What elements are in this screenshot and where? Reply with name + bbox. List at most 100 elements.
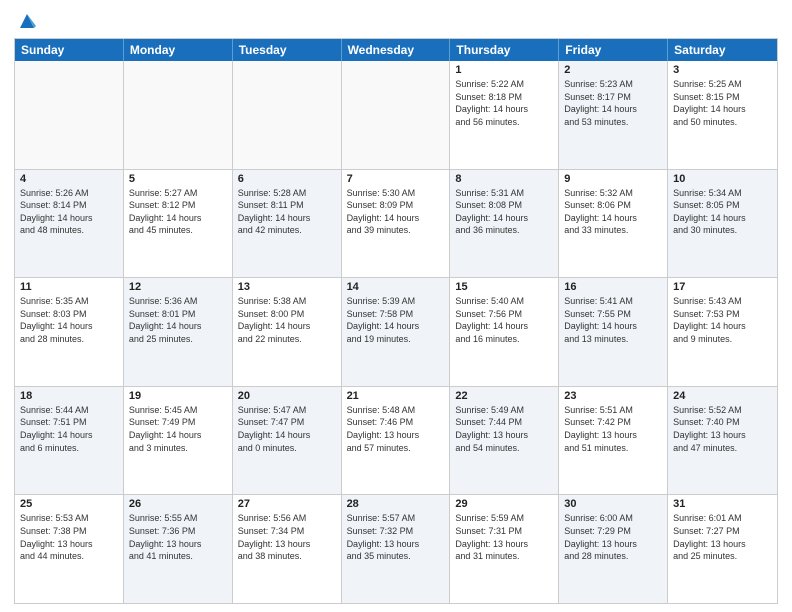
day-number: 23	[564, 390, 662, 402]
cell-info: Sunrise: 5:47 AMSunset: 7:47 PMDaylight:…	[238, 404, 336, 454]
calendar-cell: 1 Sunrise: 5:22 AMSunset: 8:18 PMDaylight…	[450, 61, 559, 169]
day-number: 20	[238, 390, 336, 402]
cell-info: Sunrise: 5:39 AMSunset: 7:58 PMDaylight:…	[347, 295, 445, 345]
header	[14, 10, 778, 32]
cell-info: Sunrise: 5:22 AMSunset: 8:18 PMDaylight:…	[455, 78, 553, 128]
day-number: 9	[564, 173, 662, 185]
day-number: 2	[564, 64, 662, 76]
cell-info: Sunrise: 5:34 AMSunset: 8:05 PMDaylight:…	[673, 187, 772, 237]
calendar-cell: 2 Sunrise: 5:23 AMSunset: 8:17 PMDaylight…	[559, 61, 668, 169]
cell-info: Sunrise: 5:44 AMSunset: 7:51 PMDaylight:…	[20, 404, 118, 454]
day-number: 27	[238, 498, 336, 510]
day-number: 3	[673, 64, 772, 76]
day-number: 31	[673, 498, 772, 510]
day-number: 8	[455, 173, 553, 185]
calendar-header-day: Saturday	[668, 39, 777, 61]
day-number: 26	[129, 498, 227, 510]
day-number: 1	[455, 64, 553, 76]
calendar-header-day: Wednesday	[342, 39, 451, 61]
cell-info: Sunrise: 5:27 AMSunset: 8:12 PMDaylight:…	[129, 187, 227, 237]
day-number: 29	[455, 498, 553, 510]
calendar-cell: 11 Sunrise: 5:35 AMSunset: 8:03 PMDayligh…	[15, 278, 124, 386]
calendar-header-day: Friday	[559, 39, 668, 61]
calendar-cell: 29 Sunrise: 5:59 AMSunset: 7:31 PMDayligh…	[450, 495, 559, 603]
calendar-cell: 20 Sunrise: 5:47 AMSunset: 7:47 PMDayligh…	[233, 387, 342, 495]
day-number: 28	[347, 498, 445, 510]
day-number: 4	[20, 173, 118, 185]
cell-info: Sunrise: 5:57 AMSunset: 7:32 PMDaylight:…	[347, 512, 445, 562]
calendar-header-day: Monday	[124, 39, 233, 61]
calendar-cell	[233, 61, 342, 169]
day-number: 18	[20, 390, 118, 402]
cell-info: Sunrise: 5:35 AMSunset: 8:03 PMDaylight:…	[20, 295, 118, 345]
cell-info: Sunrise: 5:51 AMSunset: 7:42 PMDaylight:…	[564, 404, 662, 454]
cell-info: Sunrise: 5:25 AMSunset: 8:15 PMDaylight:…	[673, 78, 772, 128]
cell-info: Sunrise: 5:45 AMSunset: 7:49 PMDaylight:…	[129, 404, 227, 454]
calendar-body: 1 Sunrise: 5:22 AMSunset: 8:18 PMDaylight…	[15, 61, 777, 603]
calendar-cell: 16 Sunrise: 5:41 AMSunset: 7:55 PMDayligh…	[559, 278, 668, 386]
calendar-row: 11 Sunrise: 5:35 AMSunset: 8:03 PMDayligh…	[15, 277, 777, 386]
day-number: 24	[673, 390, 772, 402]
day-number: 13	[238, 281, 336, 293]
day-number: 19	[129, 390, 227, 402]
day-number: 11	[20, 281, 118, 293]
cell-info: Sunrise: 5:52 AMSunset: 7:40 PMDaylight:…	[673, 404, 772, 454]
cell-info: Sunrise: 5:43 AMSunset: 7:53 PMDaylight:…	[673, 295, 772, 345]
logo-icon	[16, 10, 38, 32]
calendar-cell: 12Sunrise: 5:36 AMSunset: 8:01 PMDayligh…	[124, 278, 233, 386]
cell-info: Sunrise: 5:28 AMSunset: 8:11 PMDaylight:…	[238, 187, 336, 237]
calendar-cell: 6Sunrise: 5:28 AMSunset: 8:11 PMDaylight…	[233, 170, 342, 278]
cell-info: Sunrise: 5:48 AMSunset: 7:46 PMDaylight:…	[347, 404, 445, 454]
calendar-cell: 4 Sunrise: 5:26 AMSunset: 8:14 PMDaylight…	[15, 170, 124, 278]
calendar-cell: 23 Sunrise: 5:51 AMSunset: 7:42 PMDayligh…	[559, 387, 668, 495]
cell-info: Sunrise: 5:30 AMSunset: 8:09 PMDaylight:…	[347, 187, 445, 237]
cell-info: Sunrise: 6:01 AMSunset: 7:27 PMDaylight:…	[673, 512, 772, 562]
cell-info: Sunrise: 5:59 AMSunset: 7:31 PMDaylight:…	[455, 512, 553, 562]
calendar-row: 25Sunrise: 5:53 AMSunset: 7:38 PMDayligh…	[15, 494, 777, 603]
day-number: 22	[455, 390, 553, 402]
cell-info: Sunrise: 5:49 AMSunset: 7:44 PMDaylight:…	[455, 404, 553, 454]
calendar-cell: 7 Sunrise: 5:30 AMSunset: 8:09 PMDaylight…	[342, 170, 451, 278]
calendar-cell: 5Sunrise: 5:27 AMSunset: 8:12 PMDaylight…	[124, 170, 233, 278]
cell-info: Sunrise: 5:38 AMSunset: 8:00 PMDaylight:…	[238, 295, 336, 345]
calendar-cell: 3 Sunrise: 5:25 AMSunset: 8:15 PMDaylight…	[668, 61, 777, 169]
calendar-cell: 28 Sunrise: 5:57 AMSunset: 7:32 PMDayligh…	[342, 495, 451, 603]
calendar-row: 4 Sunrise: 5:26 AMSunset: 8:14 PMDaylight…	[15, 169, 777, 278]
calendar-header-day: Thursday	[450, 39, 559, 61]
calendar-cell: 15Sunrise: 5:40 AMSunset: 7:56 PMDayligh…	[450, 278, 559, 386]
cell-info: Sunrise: 5:56 AMSunset: 7:34 PMDaylight:…	[238, 512, 336, 562]
calendar-cell: 21 Sunrise: 5:48 AMSunset: 7:46 PMDayligh…	[342, 387, 451, 495]
calendar-cell: 17Sunrise: 5:43 AMSunset: 7:53 PMDayligh…	[668, 278, 777, 386]
calendar-cell: 31 Sunrise: 6:01 AMSunset: 7:27 PMDayligh…	[668, 495, 777, 603]
calendar-cell: 8 Sunrise: 5:31 AMSunset: 8:08 PMDaylight…	[450, 170, 559, 278]
calendar-cell: 26 Sunrise: 5:55 AMSunset: 7:36 PMDayligh…	[124, 495, 233, 603]
cell-info: Sunrise: 6:00 AMSunset: 7:29 PMDaylight:…	[564, 512, 662, 562]
day-number: 15	[455, 281, 553, 293]
calendar-cell: 24 Sunrise: 5:52 AMSunset: 7:40 PMDayligh…	[668, 387, 777, 495]
day-number: 30	[564, 498, 662, 510]
calendar-cell	[124, 61, 233, 169]
calendar-cell: 19 Sunrise: 5:45 AMSunset: 7:49 PMDayligh…	[124, 387, 233, 495]
day-number: 14	[347, 281, 445, 293]
calendar-cell	[15, 61, 124, 169]
day-number: 7	[347, 173, 445, 185]
calendar-cell: 14 Sunrise: 5:39 AMSunset: 7:58 PMDayligh…	[342, 278, 451, 386]
day-number: 16	[564, 281, 662, 293]
cell-info: Sunrise: 5:41 AMSunset: 7:55 PMDaylight:…	[564, 295, 662, 345]
calendar-cell	[342, 61, 451, 169]
cell-info: Sunrise: 5:26 AMSunset: 8:14 PMDaylight:…	[20, 187, 118, 237]
cell-info: Sunrise: 5:55 AMSunset: 7:36 PMDaylight:…	[129, 512, 227, 562]
logo	[14, 10, 38, 32]
cell-info: Sunrise: 5:36 AMSunset: 8:01 PMDaylight:…	[129, 295, 227, 345]
calendar-cell: 30 Sunrise: 6:00 AMSunset: 7:29 PMDayligh…	[559, 495, 668, 603]
calendar-cell: 27 Sunrise: 5:56 AMSunset: 7:34 PMDayligh…	[233, 495, 342, 603]
cell-info: Sunrise: 5:31 AMSunset: 8:08 PMDaylight:…	[455, 187, 553, 237]
calendar-row: 1 Sunrise: 5:22 AMSunset: 8:18 PMDaylight…	[15, 61, 777, 169]
calendar: SundayMondayTuesdayWednesdayThursdayFrid…	[14, 38, 778, 604]
day-number: 21	[347, 390, 445, 402]
calendar-cell: 13 Sunrise: 5:38 AMSunset: 8:00 PMDayligh…	[233, 278, 342, 386]
calendar-cell: 18 Sunrise: 5:44 AMSunset: 7:51 PMDayligh…	[15, 387, 124, 495]
calendar-header-row: SundayMondayTuesdayWednesdayThursdayFrid…	[15, 39, 777, 61]
cell-info: Sunrise: 5:23 AMSunset: 8:17 PMDaylight:…	[564, 78, 662, 128]
calendar-header-day: Tuesday	[233, 39, 342, 61]
